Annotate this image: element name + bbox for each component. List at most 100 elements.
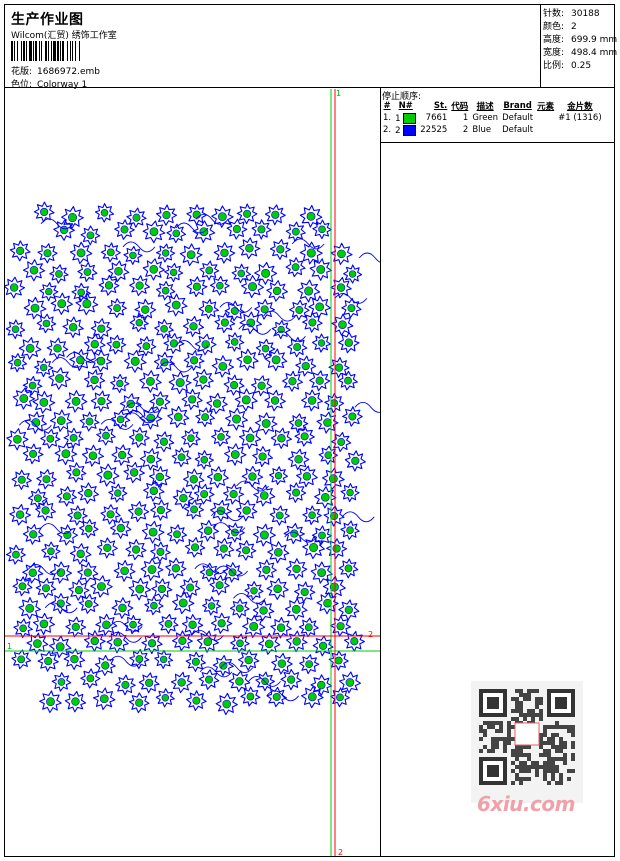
col-header: 描述 (476, 102, 494, 112)
flower-center (56, 416, 66, 426)
flower-center (146, 454, 156, 464)
flower-center (201, 340, 210, 349)
flower-center (315, 376, 324, 385)
flower-center (274, 547, 283, 557)
flower-center (177, 453, 186, 462)
flower-center (19, 394, 29, 403)
flower-center (272, 692, 281, 701)
flower-center (129, 251, 137, 260)
flower-center (71, 622, 80, 632)
flower-center (189, 322, 198, 331)
header-panel: 生产作业图 Wilcom(汇贸) 绣饰工作室 花版: 1686972.emb 色位… (4, 4, 541, 90)
flower-center (17, 475, 26, 484)
flower-center (55, 270, 63, 278)
flower-center (28, 568, 37, 578)
flower-center (257, 381, 266, 390)
flower-center (63, 530, 72, 540)
flower-center (88, 451, 98, 461)
flower-center (76, 355, 85, 365)
flower-center (332, 544, 341, 553)
flower-center (293, 343, 302, 352)
flower-center (25, 343, 35, 353)
flower-center (344, 605, 353, 614)
flower-center (236, 639, 244, 648)
flower-center (304, 286, 314, 296)
flower-center (164, 619, 173, 628)
page-title: 生产作业图 (11, 12, 84, 28)
legend-row: 2. 2 22525 2 Blue Default (383, 124, 534, 136)
flower-center (86, 231, 95, 240)
flower-center (147, 565, 157, 574)
flower-center (120, 566, 129, 576)
marker-left: 1 (7, 642, 12, 651)
flower-center (199, 375, 208, 384)
marker-top: 1 (336, 89, 341, 98)
connector-stitch (334, 292, 368, 304)
flower-center (271, 210, 280, 219)
flower-center (46, 697, 55, 707)
flower-center (157, 584, 166, 594)
flower-center (130, 356, 140, 366)
legend-row: 1. 1 7661 1 Green Default #1 (1316) (383, 112, 602, 124)
flower-center (348, 412, 357, 421)
flower-center (300, 587, 309, 597)
flower-center (261, 268, 271, 278)
flower-center (205, 675, 214, 684)
flower-center (41, 584, 50, 593)
flower-center (261, 419, 271, 428)
flower-center (47, 547, 55, 556)
flower-center (212, 399, 222, 408)
qr-logo (514, 722, 540, 746)
flower-center (148, 527, 158, 537)
flower-center (82, 299, 92, 309)
flower-center (57, 678, 66, 686)
flower-center (169, 268, 178, 277)
flower-center (55, 374, 64, 383)
flower-center (44, 657, 53, 666)
col-header: N# (398, 101, 413, 111)
stat-colors: 颜色: 2 (543, 22, 577, 32)
flower-center (204, 304, 213, 313)
flower-center (307, 692, 317, 702)
flower-center (334, 363, 344, 372)
flower-center (218, 361, 228, 371)
flower-center (57, 299, 67, 309)
flower-center (149, 486, 159, 496)
flower-center (270, 396, 280, 405)
flower-center (292, 637, 301, 646)
flower-center (316, 265, 326, 274)
flower-center (141, 305, 150, 314)
flower-center (59, 225, 69, 235)
flower-center (135, 281, 144, 290)
flower-center (39, 363, 48, 372)
flower-center (171, 564, 181, 573)
color-swatch (403, 124, 417, 136)
flower-center (323, 598, 332, 608)
flower-center (247, 282, 257, 292)
flower-center (85, 417, 94, 426)
flower-center (114, 266, 123, 276)
flower-center (344, 376, 352, 385)
flower-center (172, 229, 181, 238)
flower-center (337, 249, 346, 259)
flower-center (12, 550, 20, 559)
flower-center (232, 225, 242, 234)
flower-center (346, 526, 354, 535)
flower-center (83, 568, 92, 577)
flower-center (120, 225, 129, 234)
flower-center (248, 472, 257, 481)
flower-center (276, 245, 285, 254)
flower-center (292, 564, 301, 574)
flower-center (177, 678, 186, 687)
flower-center (246, 692, 255, 701)
flower-center (118, 603, 127, 613)
flower-center (161, 249, 170, 257)
connector-stitch (273, 330, 306, 342)
flower-center (258, 452, 267, 461)
flower-center (147, 639, 157, 648)
flower-center (117, 450, 127, 460)
flower-center (301, 361, 310, 371)
flower-center (348, 270, 357, 278)
flower-center (173, 412, 183, 422)
flower-center (334, 656, 343, 665)
